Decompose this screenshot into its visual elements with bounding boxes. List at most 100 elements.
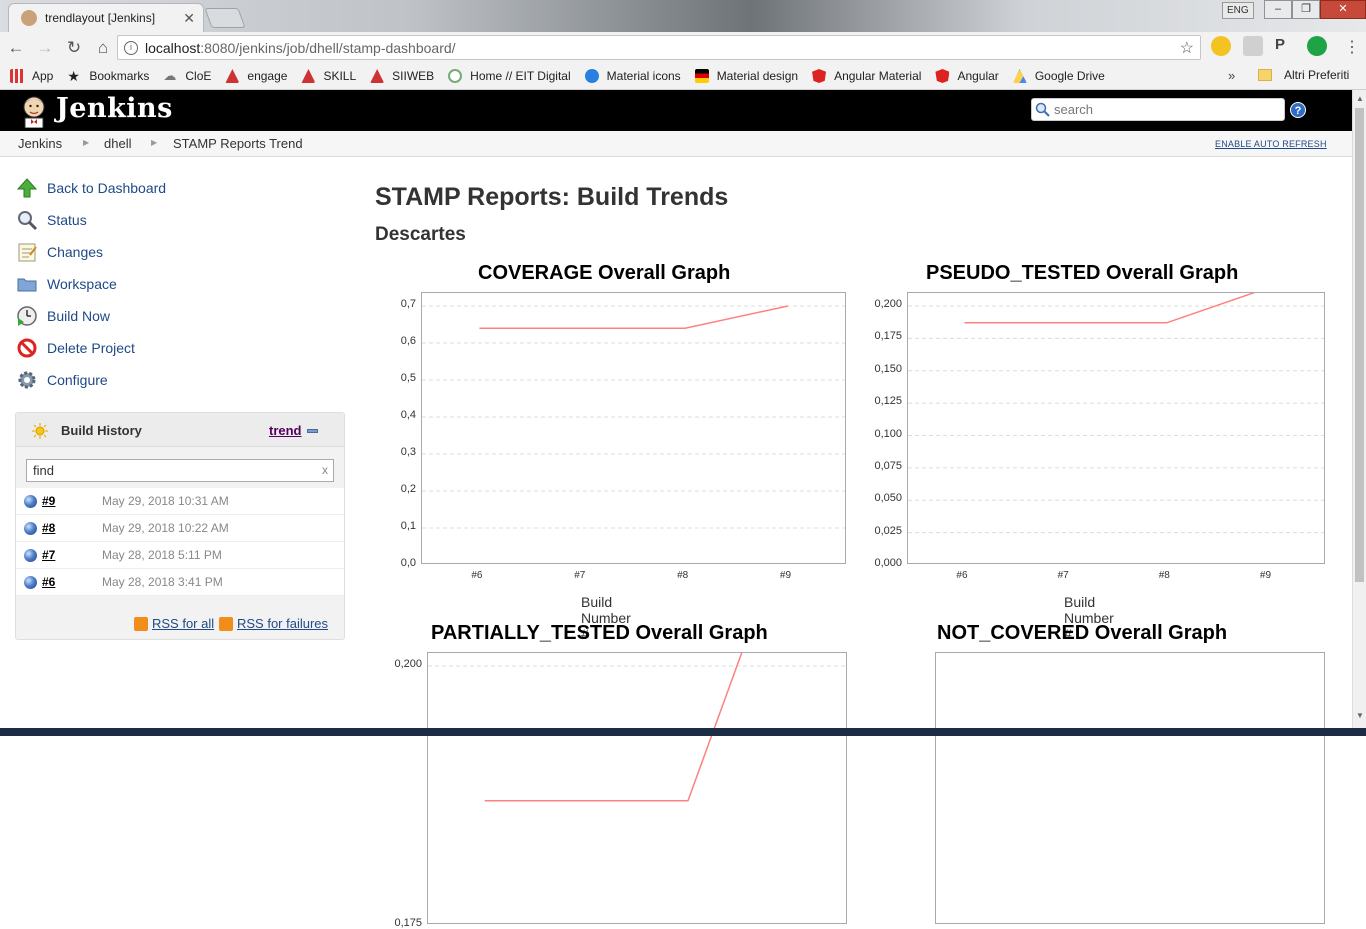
breadcrumb-separator-icon[interactable]: ▶ <box>151 138 157 147</box>
blue-ball-status-icon[interactable] <box>24 522 37 535</box>
help-icon[interactable]: ? <box>1290 102 1306 118</box>
scroll-up-icon[interactable]: ▲ <box>1356 94 1364 103</box>
extension-p-icon[interactable]: P <box>1275 36 1295 56</box>
other-bookmarks[interactable]: Altri Preferiti <box>1258 68 1349 82</box>
task-workspace[interactable]: Workspace <box>16 268 346 300</box>
graph-svg <box>422 305 845 529</box>
jenkins-logo-text[interactable]: Jenkins <box>56 93 173 124</box>
breadcrumb-dhell[interactable]: dhell <box>104 136 131 151</box>
bookmark-angular[interactable]: Angular <box>935 69 999 83</box>
home-icon[interactable]: ⌂ <box>90 35 116 61</box>
extension-moon-icon[interactable] <box>1211 36 1231 56</box>
clear-filter-icon[interactable]: x <box>322 463 328 477</box>
back-arrow-icon[interactable]: ← <box>3 35 29 61</box>
y-tick-label: 0,100 <box>874 427 902 440</box>
build-filter-input[interactable]: find x <box>26 459 334 482</box>
bookmark-material-icons[interactable]: Material icons <box>584 69 681 83</box>
build-history-panel: Build History trend find x #9 May 29, 20… <box>15 412 345 640</box>
page-scrollbar[interactable]: ▲ ▼ <box>1352 90 1366 736</box>
build-row: #9 May 29, 2018 10:31 AM <box>16 488 344 515</box>
breadcrumb-separator-icon[interactable]: ▶ <box>83 138 89 147</box>
rss-all-link[interactable]: RSS for all <box>134 616 214 631</box>
build-number-link[interactable]: #9 <box>42 494 55 508</box>
x-tick-label: #9 <box>779 570 792 581</box>
y-tick-label: 0,000 <box>874 557 902 569</box>
clock-play-icon <box>17 306 37 326</box>
x-tick-label: #7 <box>574 570 586 581</box>
bookmark-eit[interactable]: Home // EIT Digital <box>448 69 571 83</box>
bookmark-material-design[interactable]: Material design <box>694 69 798 83</box>
breadcrumb: Jenkins ▶ dhell ▶ STAMP Reports Trend EN… <box>0 131 1352 157</box>
window-close-icon[interactable]: ✕ <box>1320 0 1366 19</box>
jenkins-butler-icon[interactable] <box>18 94 50 128</box>
x-tick-label: #9 <box>1259 570 1272 581</box>
extension-shield-icon[interactable] <box>1243 36 1263 56</box>
reload-icon[interactable]: ↻ <box>61 35 87 61</box>
build-date: May 29, 2018 10:31 AM <box>102 494 229 508</box>
bookmark-siiweb[interactable]: SIIWEB <box>370 69 434 83</box>
graph-plot-area <box>935 652 1325 924</box>
task-delete-project[interactable]: Delete Project <box>16 332 346 364</box>
bookmark-skill[interactable]: SKILL <box>301 69 356 83</box>
collapse-minus-icon[interactable] <box>307 429 318 433</box>
y-tick-label: 0,1 <box>400 520 416 532</box>
blue-ball-status-icon[interactable] <box>24 495 37 508</box>
trend-link[interactable]: trend <box>269 423 302 438</box>
task-back-to-dashboard[interactable]: Back to Dashboard <box>16 172 346 204</box>
scroll-down-icon[interactable]: ▼ <box>1356 711 1364 720</box>
engage-icon <box>225 69 240 83</box>
task-status[interactable]: Status <box>16 204 346 236</box>
angular-icon <box>935 69 950 83</box>
language-indicator[interactable]: ENG <box>1222 2 1254 19</box>
browser-tab-strip: trendlayout [Jenkins] ✕ ENG – ❐ ✕ <box>0 0 1366 32</box>
x-tick-label: #7 <box>1057 570 1069 581</box>
page-title: STAMP Reports: Build Trends <box>375 183 729 211</box>
browser-tab[interactable]: trendlayout [Jenkins] ✕ <box>8 3 204 32</box>
rss-failures-link[interactable]: RSS for failures <box>219 616 328 631</box>
scroll-thumb[interactable] <box>1355 108 1364 582</box>
material-icons-icon <box>584 69 599 83</box>
bookmark-angular-material[interactable]: Angular Material <box>812 69 921 83</box>
chrome-menu-icon[interactable]: ⋮ <box>1344 37 1360 57</box>
build-number-link[interactable]: #8 <box>42 521 55 535</box>
section-title: Descartes <box>375 224 466 245</box>
new-tab-button[interactable] <box>204 8 246 28</box>
gear-icon <box>18 371 36 389</box>
y-tick-label: 0,200 <box>394 658 422 670</box>
browser-toolbar: ← → ↻ ⌂ i localhost:8080/jenkins/job/dhe… <box>0 32 1366 63</box>
x-tick-label: #6 <box>471 570 483 581</box>
os-taskbar <box>0 728 1366 736</box>
minimize-icon[interactable]: – <box>1264 0 1292 19</box>
y-tick-label: 0,4 <box>400 409 416 421</box>
extension-green-icon[interactable] <box>1307 36 1327 56</box>
bookmark-star-icon[interactable]: ☆ <box>1180 38 1194 58</box>
bookmark-google-drive[interactable]: Google Drive <box>1012 69 1105 83</box>
bookmark-cloe[interactable]: ☁ CloE <box>163 69 211 84</box>
blue-ball-status-icon[interactable] <box>24 576 37 589</box>
tab-close-icon[interactable]: ✕ <box>183 10 195 27</box>
task-build-now[interactable]: Build Now <box>16 300 346 332</box>
more-bookmarks-icon[interactable]: » <box>1228 68 1235 83</box>
bookmark-apps[interactable]: App <box>10 69 53 83</box>
up-arrow-icon <box>16 178 38 198</box>
site-info-icon[interactable]: i <box>124 40 138 55</box>
jenkins-favicon-icon <box>21 10 37 26</box>
task-configure[interactable]: Configure <box>16 364 346 396</box>
maximize-icon[interactable]: ❐ <box>1292 0 1320 19</box>
build-number-link[interactable]: #6 <box>42 575 55 589</box>
jenkins-search-input[interactable]: search <box>1031 98 1285 121</box>
bookmark-engage[interactable]: engage <box>225 69 287 83</box>
breadcrumb-stamp-reports[interactable]: STAMP Reports Trend <box>173 136 303 151</box>
address-bar[interactable]: i localhost:8080/jenkins/job/dhell/stamp… <box>117 35 1201 60</box>
forward-arrow-icon[interactable]: → <box>32 35 58 61</box>
enable-auto-refresh-link[interactable]: ENABLE AUTO REFRESH <box>1215 139 1327 149</box>
graph-title: PARTIALLY_TESTED Overall Graph <box>431 622 768 644</box>
y-tick-label: 0,5 <box>400 372 416 384</box>
blue-ball-status-icon[interactable] <box>24 549 37 562</box>
breadcrumb-jenkins[interactable]: Jenkins <box>18 136 62 151</box>
build-number-link[interactable]: #7 <box>42 548 55 562</box>
series-line <box>964 293 1256 324</box>
bookmark-bookmarks[interactable]: ★ Bookmarks <box>67 69 149 83</box>
task-changes[interactable]: Changes <box>16 236 346 268</box>
y-tick-label: 0,050 <box>874 492 902 505</box>
